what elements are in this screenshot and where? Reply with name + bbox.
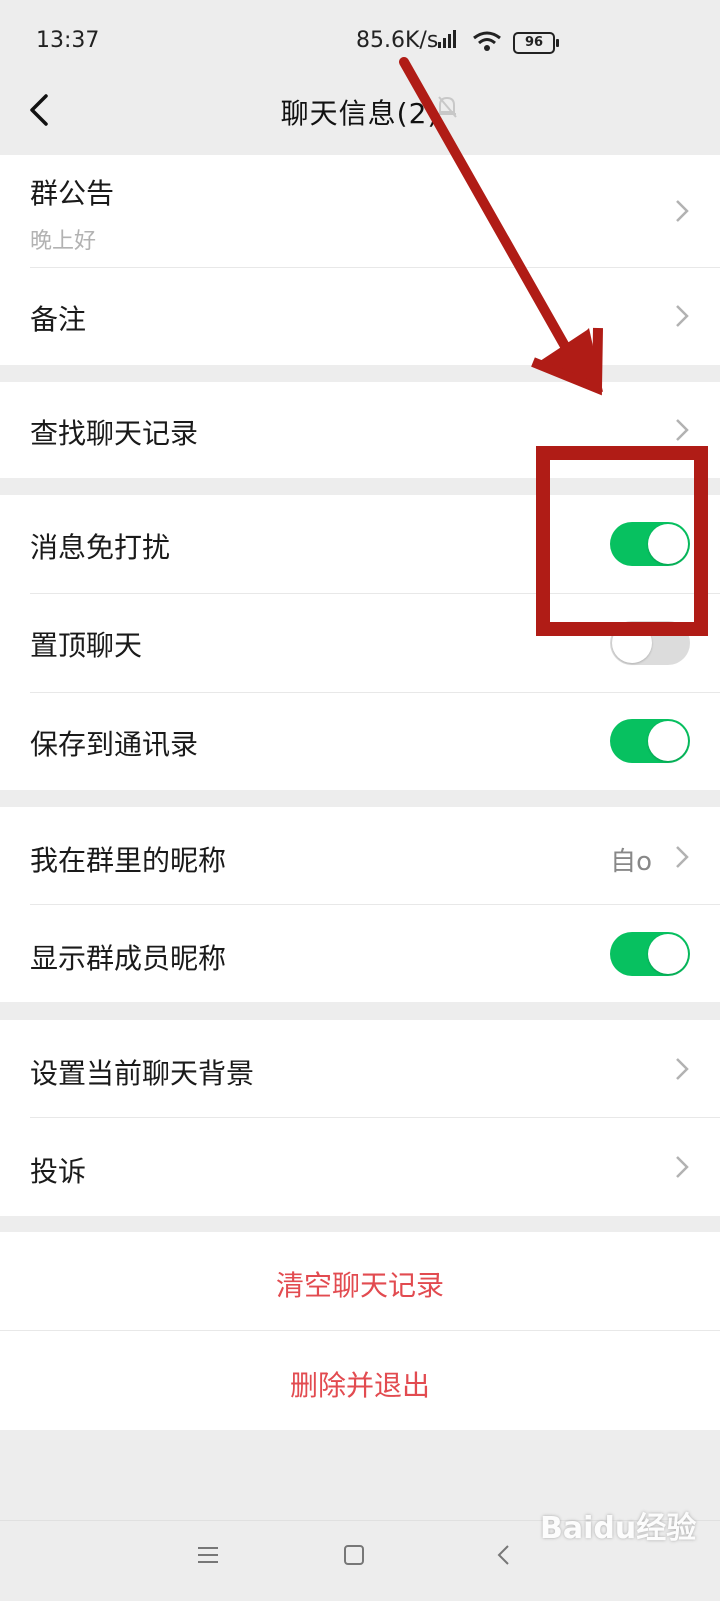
page-title: 聊天信息(2) (280, 97, 440, 130)
header: 聊天信息(2) (0, 70, 720, 150)
toggle-knob (648, 721, 688, 761)
toggle-knob (648, 934, 688, 974)
delete-exit-button[interactable]: 删除并退出 (0, 1364, 720, 1404)
my-nickname-label: 我在群里的昵称 (30, 844, 227, 877)
chevron-right-icon (676, 200, 689, 222)
mute-row: 消息免打扰 (0, 495, 720, 593)
show-nicknames-toggle[interactable] (610, 932, 690, 976)
chevron-right-icon (676, 1058, 689, 1080)
mute-label: 消息免打扰 (30, 531, 171, 564)
toggle-knob (612, 623, 652, 663)
signal-icon (438, 30, 456, 48)
search-history-label: 查找聊天记录 (30, 417, 199, 450)
save-contacts-label: 保存到通讯录 (30, 728, 199, 761)
pin-toggle[interactable] (610, 621, 690, 665)
group-info-section: 群公告 晚上好 备注 (0, 155, 720, 365)
search-history-row[interactable]: 查找聊天记录 (0, 382, 720, 478)
chevron-right-icon (676, 305, 689, 327)
nickname-section: 我在群里的昵称 自o 显示群成员昵称 (0, 807, 720, 1002)
wifi-icon (473, 31, 501, 51)
pin-label: 置顶聊天 (30, 629, 143, 662)
save-contacts-row: 保存到通讯录 (0, 693, 720, 790)
toggle-knob (648, 524, 688, 564)
menu-icon[interactable] (196, 1543, 220, 1567)
chat-background-row[interactable]: 设置当前聊天背景 (0, 1020, 720, 1117)
danger-actions-section: 清空聊天记录 删除并退出 (0, 1232, 720, 1430)
back-nav-icon[interactable] (494, 1543, 512, 1567)
pin-row: 置顶聊天 (0, 594, 720, 692)
chevron-right-icon (676, 1156, 689, 1178)
home-icon[interactable] (342, 1543, 366, 1567)
remark-label: 备注 (30, 303, 87, 336)
status-bar: 13:37 85.6K/s 96 (0, 0, 720, 80)
muted-bell-icon (438, 96, 457, 118)
announcement-text: 晚上好 (30, 229, 97, 254)
clear-chat-button[interactable]: 清空聊天记录 (0, 1264, 720, 1304)
network-speed: 85.6K/s (356, 28, 439, 53)
show-nicknames-row: 显示群成员昵称 (0, 905, 720, 1002)
toggle-section: 消息免打扰 置顶聊天 保存到通讯录 (0, 495, 720, 790)
show-nicknames-label: 显示群成员昵称 (30, 942, 227, 975)
chevron-right-icon (676, 846, 689, 868)
save-contacts-toggle[interactable] (610, 719, 690, 763)
mute-toggle[interactable] (610, 522, 690, 566)
my-nickname-row[interactable]: 我在群里的昵称 自o (0, 807, 720, 904)
chevron-right-icon (676, 419, 689, 441)
announcement-label: 群公告 (30, 177, 115, 210)
remark-row[interactable]: 备注 (0, 268, 720, 365)
watermark-logo: Baidu经验 (540, 1511, 697, 1546)
battery-indicator: 96 (513, 32, 559, 54)
my-nickname-value: 自o (610, 847, 652, 877)
status-time: 13:37 (36, 28, 100, 53)
background-section: 设置当前聊天背景 投诉 (0, 1020, 720, 1216)
announcement-row[interactable]: 群公告 晚上好 (0, 155, 720, 267)
search-section: 查找聊天记录 (0, 382, 720, 478)
complain-label: 投诉 (30, 1155, 87, 1188)
divider (0, 1330, 720, 1331)
complain-row[interactable]: 投诉 (0, 1118, 720, 1216)
chat-background-label: 设置当前聊天背景 (30, 1057, 255, 1090)
